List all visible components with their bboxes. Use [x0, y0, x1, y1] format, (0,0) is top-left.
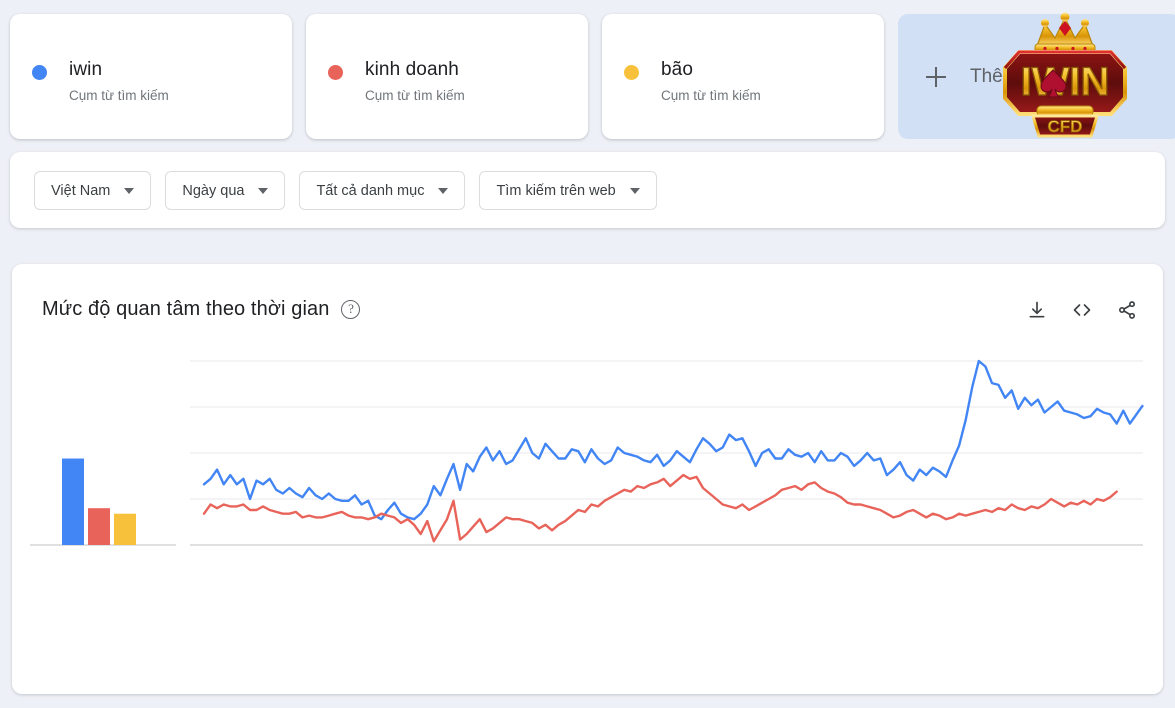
- term-subtitle: Cụm từ tìm kiếm: [69, 88, 169, 103]
- add-comparison-content: Thêm so sánh: [926, 66, 1090, 88]
- trends-line-chart[interactable]: [12, 340, 1163, 640]
- filter-category-label: Tất cả danh mục: [316, 182, 425, 199]
- term-card-3-content: bão Cụm từ tìm kiếm: [624, 58, 761, 107]
- term-color-dot: [624, 65, 639, 80]
- page-title: Mức độ quan tâm theo thời gian: [42, 298, 330, 320]
- chart-header: Mức độ quan tâm theo thời gian ?: [42, 298, 1137, 321]
- term-card-3[interactable]: bão Cụm từ tìm kiếm: [602, 14, 884, 139]
- search-terms-row: iwin Cụm từ tìm kiếm kinh doanh Cụm từ t…: [0, 0, 1175, 150]
- term-card-1-content: iwin Cụm từ tìm kiếm: [32, 58, 169, 107]
- term-subtitle: Cụm từ tìm kiếm: [661, 88, 761, 103]
- add-comparison-label: Thêm so sánh: [970, 65, 1091, 87]
- filters-card: Việt Nam Ngày qua Tất cả danh mục Tìm ki…: [10, 152, 1165, 228]
- filter-search-type-label: Tìm kiếm trên web: [496, 182, 616, 199]
- term-card-2[interactable]: kinh doanh Cụm từ tìm kiếm: [306, 14, 588, 139]
- term-card-1[interactable]: iwin Cụm từ tìm kiếm: [10, 14, 292, 139]
- filter-location-label: Việt Nam: [51, 182, 111, 199]
- term-name: iwin: [69, 59, 103, 80]
- term-card-1-text: iwin Cụm từ tìm kiếm: [69, 58, 169, 107]
- term-name: kinh doanh: [365, 59, 459, 80]
- filter-category[interactable]: Tất cả danh mục: [299, 171, 466, 210]
- chart-actions: [1027, 300, 1137, 320]
- term-color-dot: [328, 65, 343, 80]
- term-card-2-text: kinh doanh Cụm từ tìm kiếm: [365, 58, 465, 107]
- chevron-down-icon: [629, 187, 640, 194]
- chevron-down-icon: [258, 187, 269, 194]
- average-bar: [88, 508, 110, 545]
- trends-page: iwin Cụm từ tìm kiếm kinh doanh Cụm từ t…: [0, 0, 1175, 708]
- filter-search-type[interactable]: Tìm kiếm trên web: [479, 171, 657, 210]
- term-card-3-text: bão Cụm từ tìm kiếm: [661, 58, 761, 107]
- series-line: [202, 473, 1118, 543]
- term-name: bão: [661, 59, 694, 80]
- filters-row: Việt Nam Ngày qua Tất cả danh mục Tìm ki…: [34, 171, 657, 210]
- chevron-down-icon: [124, 187, 135, 194]
- filter-time-range[interactable]: Ngày qua: [165, 171, 286, 210]
- average-bar: [114, 513, 136, 545]
- filter-location[interactable]: Việt Nam: [34, 171, 152, 210]
- chart-title-wrap: Mức độ quan tâm theo thời gian ?: [42, 298, 361, 321]
- term-color-dot: [32, 65, 47, 80]
- embed-code-icon[interactable]: [1071, 300, 1093, 320]
- average-bar: [62, 458, 84, 545]
- chart-plot-area: [12, 340, 1163, 640]
- help-icon[interactable]: ?: [341, 300, 361, 319]
- download-icon[interactable]: [1027, 300, 1047, 320]
- plus-icon: [926, 66, 946, 87]
- term-subtitle: Cụm từ tìm kiếm: [365, 88, 465, 103]
- interest-over-time-card: Mức độ quan tâm theo thời gian ?: [12, 264, 1163, 694]
- share-icon[interactable]: [1117, 300, 1137, 320]
- add-comparison-card[interactable]: Thêm so sánh: [898, 14, 1175, 139]
- series-line: [202, 359, 1138, 521]
- chevron-down-icon: [438, 187, 449, 194]
- term-card-2-content: kinh doanh Cụm từ tìm kiếm: [328, 58, 465, 107]
- filter-time-range-label: Ngày qua: [182, 182, 245, 199]
